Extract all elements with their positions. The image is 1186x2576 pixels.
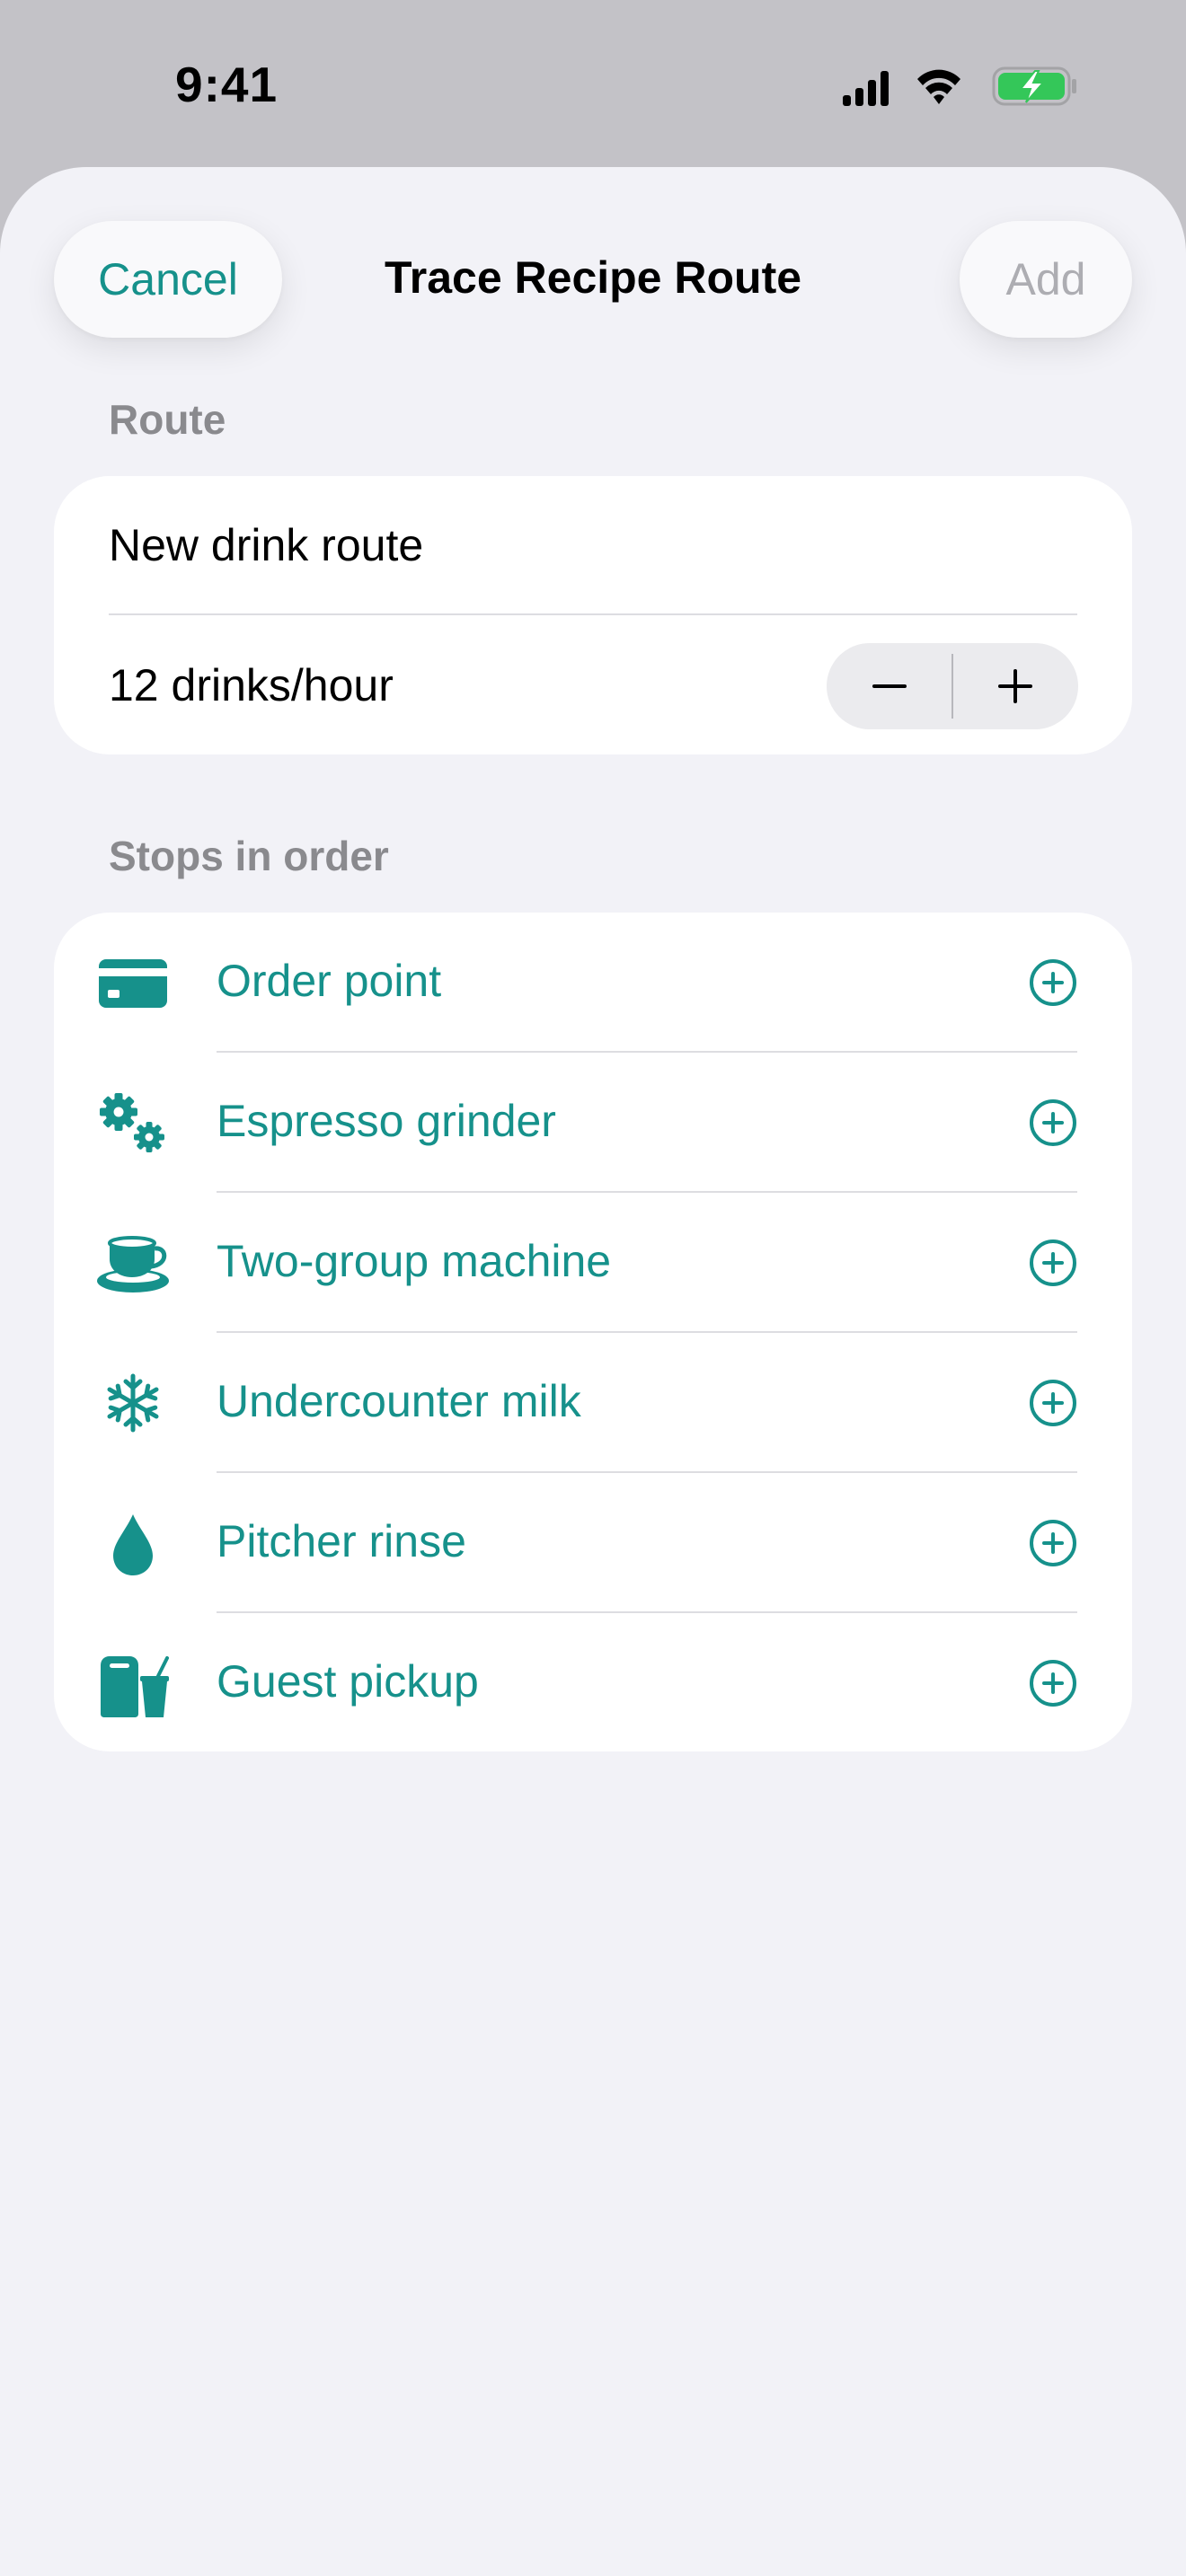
stop-label: Espresso grinder	[217, 1096, 556, 1146]
wifi-icon	[917, 69, 960, 104]
cup-and-saucer-icon	[97, 1236, 169, 1292]
add-stop-icon[interactable]	[1026, 956, 1080, 1010]
snowflake-icon	[107, 1373, 159, 1433]
drinks-per-hour-stepper	[827, 643, 1078, 729]
stop-label: Undercounter milk	[217, 1376, 581, 1426]
status-bar: 9:41	[0, 0, 1186, 167]
add-stop-icon[interactable]	[1026, 1516, 1080, 1570]
add-button[interactable]: Add	[960, 221, 1132, 338]
stop-row-order-point[interactable]: Order point	[54, 913, 1132, 1053]
stop-row-pitcher-rinse[interactable]: Pitcher rinse	[54, 1473, 1132, 1613]
cancel-button[interactable]: Cancel	[54, 221, 282, 338]
status-time: 9:41	[175, 57, 279, 112]
gears-icon	[100, 1093, 164, 1152]
add-stop-icon[interactable]	[1026, 1656, 1080, 1710]
drop-icon	[113, 1514, 153, 1575]
stop-row-espresso-grinder[interactable]: Espresso grinder	[54, 1053, 1132, 1193]
stop-label: Two-group machine	[217, 1236, 612, 1286]
increment-button[interactable]	[952, 643, 1078, 729]
stop-row-two-group-machine[interactable]: Two-group machine	[54, 1193, 1132, 1333]
plus-icon	[998, 669, 1032, 703]
status-icons	[843, 66, 1076, 106]
stop-label: Order point	[217, 956, 442, 1006]
route-name-field[interactable]: New drink route	[109, 519, 423, 571]
stop-label: Guest pickup	[217, 1656, 479, 1707]
route-card: New drink route 12 drinks/hour	[54, 476, 1132, 754]
add-stop-icon[interactable]	[1026, 1096, 1080, 1150]
stops-card: Order point Espresso grinder Two-group m…	[54, 913, 1132, 1751]
add-route-sheet: Cancel Trace Recipe Route Add Route New …	[0, 167, 1186, 2576]
minus-icon	[872, 684, 907, 688]
add-stop-icon[interactable]	[1026, 1376, 1080, 1430]
stop-row-undercounter-milk[interactable]: Undercounter milk	[54, 1333, 1132, 1473]
decrement-button[interactable]	[827, 643, 952, 729]
stops-section-header: Stops in order	[109, 833, 389, 879]
route-section-header: Route	[109, 396, 226, 443]
stop-label: Pitcher rinse	[217, 1516, 466, 1566]
credit-card-icon	[99, 959, 167, 1008]
add-stop-icon[interactable]	[1026, 1236, 1080, 1290]
cellular-signal-icon	[843, 71, 889, 106]
drinks-per-hour-label: 12 drinks/hour	[109, 660, 394, 710]
takeout-bag-cup-icon	[101, 1656, 169, 1717]
stop-row-guest-pickup[interactable]: Guest pickup	[54, 1613, 1132, 1753]
battery-charging-icon	[992, 66, 1076, 106]
route-divider	[109, 613, 1077, 615]
sheet-title: Trace Recipe Route	[384, 252, 802, 303]
